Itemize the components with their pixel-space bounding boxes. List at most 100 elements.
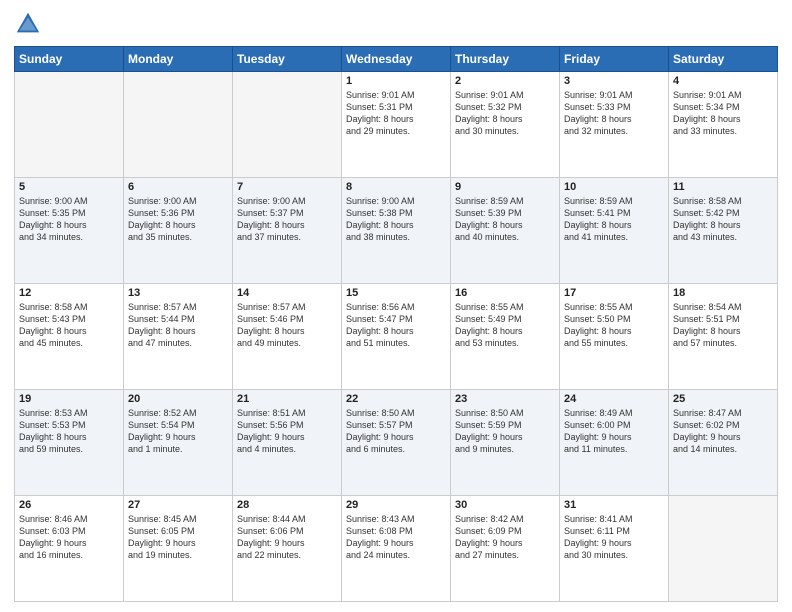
day-number: 21 [237, 393, 337, 405]
day-number: 4 [673, 75, 773, 87]
header [14, 10, 778, 38]
day-number: 25 [673, 393, 773, 405]
week-row-1: 1Sunrise: 9:01 AM Sunset: 5:31 PM Daylig… [15, 72, 778, 178]
day-info: Sunrise: 8:41 AM Sunset: 6:11 PM Dayligh… [564, 513, 664, 562]
day-cell: 9 Sunrise: 8:59 AM Sunset: 5:39 PM Daylig… [451, 178, 560, 284]
day-info: Sunrise: 9:01 AM Sunset: 5:32 PM Dayligh… [455, 89, 555, 138]
day-cell: 10 Sunrise: 8:59 AM Sunset: 5:41 PM Dayli… [560, 178, 669, 284]
day-info: Sunrise: 8:46 AM Sunset: 6:03 PM Dayligh… [19, 513, 119, 562]
day-info: Sunrise: 8:47 AM Sunset: 6:02 PM Dayligh… [673, 407, 773, 456]
day-cell: 2 Sunrise: 9:01 AM Sunset: 5:32 PM Daylig… [451, 72, 560, 178]
day-cell: 6 Sunrise: 9:00 AM Sunset: 5:36 PM Daylig… [124, 178, 233, 284]
day-number: 9 [455, 181, 555, 193]
day-cell: 18 Sunrise: 8:54 AM Sunset: 5:51 PM Dayli… [669, 284, 778, 390]
day-cell: 12Sunrise: 8:58 AM Sunset: 5:43 PM Dayli… [15, 284, 124, 390]
day-cell: 7Sunrise: 9:00 AM Sunset: 5:37 PM Daylig… [233, 178, 342, 284]
day-number: 1 [346, 75, 446, 87]
day-number: 27 [128, 499, 228, 511]
day-number: 26 [19, 499, 119, 511]
day-cell: 20Sunrise: 8:52 AM Sunset: 5:54 PM Dayli… [124, 390, 233, 496]
day-number: 10 [564, 181, 664, 193]
day-cell [124, 72, 233, 178]
day-cell [669, 496, 778, 602]
day-number: 30 [455, 499, 555, 511]
day-info: Sunrise: 8:51 AM Sunset: 5:56 PM Dayligh… [237, 407, 337, 456]
day-info: Sunrise: 9:00 AM Sunset: 5:36 PM Dayligh… [128, 195, 228, 244]
day-number: 18 [673, 287, 773, 299]
day-cell: 17 Sunrise: 8:55 AM Sunset: 5:50 PM Dayli… [560, 284, 669, 390]
day-info: Sunrise: 8:44 AM Sunset: 6:06 PM Dayligh… [237, 513, 337, 562]
day-number: 15 [346, 287, 446, 299]
week-row-3: 12Sunrise: 8:58 AM Sunset: 5:43 PM Dayli… [15, 284, 778, 390]
weekday-header-wednesday: Wednesday [342, 47, 451, 72]
day-cell: 14Sunrise: 8:57 AM Sunset: 5:46 PM Dayli… [233, 284, 342, 390]
day-number: 3 [564, 75, 664, 87]
day-number: 22 [346, 393, 446, 405]
day-cell: 16Sunrise: 8:55 AM Sunset: 5:49 PM Dayli… [451, 284, 560, 390]
day-cell: 29 Sunrise: 8:43 AM Sunset: 6:08 PM Dayli… [342, 496, 451, 602]
day-info: Sunrise: 8:49 AM Sunset: 6:00 PM Dayligh… [564, 407, 664, 456]
day-cell: 23 Sunrise: 8:50 AM Sunset: 5:59 PM Dayli… [451, 390, 560, 496]
day-number: 31 [564, 499, 664, 511]
day-info: Sunrise: 8:58 AM Sunset: 5:42 PM Dayligh… [673, 195, 773, 244]
weekday-header-thursday: Thursday [451, 47, 560, 72]
day-info: Sunrise: 8:55 AM Sunset: 5:50 PM Dayligh… [564, 301, 664, 350]
day-info: Sunrise: 9:00 AM Sunset: 5:35 PM Dayligh… [19, 195, 119, 244]
day-number: 28 [237, 499, 337, 511]
day-number: 19 [19, 393, 119, 405]
weekday-header-saturday: Saturday [669, 47, 778, 72]
day-info: Sunrise: 8:42 AM Sunset: 6:09 PM Dayligh… [455, 513, 555, 562]
day-number: 8 [346, 181, 446, 193]
day-cell: 8 Sunrise: 9:00 AM Sunset: 5:38 PM Daylig… [342, 178, 451, 284]
day-cell: 28 Sunrise: 8:44 AM Sunset: 6:06 PM Dayli… [233, 496, 342, 602]
logo [14, 10, 46, 38]
day-number: 12 [19, 287, 119, 299]
day-cell: 24 Sunrise: 8:49 AM Sunset: 6:00 PM Dayli… [560, 390, 669, 496]
day-number: 5 [19, 181, 119, 193]
weekday-header-sunday: Sunday [15, 47, 124, 72]
day-number: 23 [455, 393, 555, 405]
day-info: Sunrise: 8:56 AM Sunset: 5:47 PM Dayligh… [346, 301, 446, 350]
day-info: Sunrise: 8:43 AM Sunset: 6:08 PM Dayligh… [346, 513, 446, 562]
weekday-header-tuesday: Tuesday [233, 47, 342, 72]
weekday-header-friday: Friday [560, 47, 669, 72]
week-row-5: 26 Sunrise: 8:46 AM Sunset: 6:03 PM Dayli… [15, 496, 778, 602]
day-number: 11 [673, 181, 773, 193]
day-number: 14 [237, 287, 337, 299]
calendar-page: SundayMondayTuesdayWednesdayThursdayFrid… [0, 0, 792, 612]
day-info: Sunrise: 9:00 AM Sunset: 5:38 PM Dayligh… [346, 195, 446, 244]
calendar-table: SundayMondayTuesdayWednesdayThursdayFrid… [14, 46, 778, 602]
day-cell: 13Sunrise: 8:57 AM Sunset: 5:44 PM Dayli… [124, 284, 233, 390]
day-number: 2 [455, 75, 555, 87]
day-number: 13 [128, 287, 228, 299]
day-info: Sunrise: 8:54 AM Sunset: 5:51 PM Dayligh… [673, 301, 773, 350]
day-info: Sunrise: 8:53 AM Sunset: 5:53 PM Dayligh… [19, 407, 119, 456]
day-number: 17 [564, 287, 664, 299]
day-cell: 25 Sunrise: 8:47 AM Sunset: 6:02 PM Dayli… [669, 390, 778, 496]
logo-icon [14, 10, 42, 38]
day-cell: 5 Sunrise: 9:00 AM Sunset: 5:35 PM Daylig… [15, 178, 124, 284]
day-info: Sunrise: 9:01 AM Sunset: 5:34 PM Dayligh… [673, 89, 773, 138]
day-cell [15, 72, 124, 178]
day-info: Sunrise: 8:45 AM Sunset: 6:05 PM Dayligh… [128, 513, 228, 562]
day-cell: 26 Sunrise: 8:46 AM Sunset: 6:03 PM Dayli… [15, 496, 124, 602]
day-cell: 19 Sunrise: 8:53 AM Sunset: 5:53 PM Dayli… [15, 390, 124, 496]
day-cell: 22Sunrise: 8:50 AM Sunset: 5:57 PM Dayli… [342, 390, 451, 496]
day-info: Sunrise: 8:50 AM Sunset: 5:59 PM Dayligh… [455, 407, 555, 456]
day-info: Sunrise: 9:00 AM Sunset: 5:37 PM Dayligh… [237, 195, 337, 244]
day-number: 6 [128, 181, 228, 193]
week-row-4: 19 Sunrise: 8:53 AM Sunset: 5:53 PM Dayli… [15, 390, 778, 496]
day-number: 29 [346, 499, 446, 511]
weekday-header-monday: Monday [124, 47, 233, 72]
weekday-header-row: SundayMondayTuesdayWednesdayThursdayFrid… [15, 47, 778, 72]
day-cell: 1Sunrise: 9:01 AM Sunset: 5:31 PM Daylig… [342, 72, 451, 178]
day-info: Sunrise: 9:01 AM Sunset: 5:33 PM Dayligh… [564, 89, 664, 138]
day-info: Sunrise: 8:59 AM Sunset: 5:41 PM Dayligh… [564, 195, 664, 244]
day-number: 20 [128, 393, 228, 405]
day-info: Sunrise: 8:59 AM Sunset: 5:39 PM Dayligh… [455, 195, 555, 244]
day-info: Sunrise: 8:55 AM Sunset: 5:49 PM Dayligh… [455, 301, 555, 350]
day-number: 24 [564, 393, 664, 405]
week-row-2: 5 Sunrise: 9:00 AM Sunset: 5:35 PM Daylig… [15, 178, 778, 284]
day-cell: 21 Sunrise: 8:51 AM Sunset: 5:56 PM Dayli… [233, 390, 342, 496]
day-cell: 3 Sunrise: 9:01 AM Sunset: 5:33 PM Daylig… [560, 72, 669, 178]
